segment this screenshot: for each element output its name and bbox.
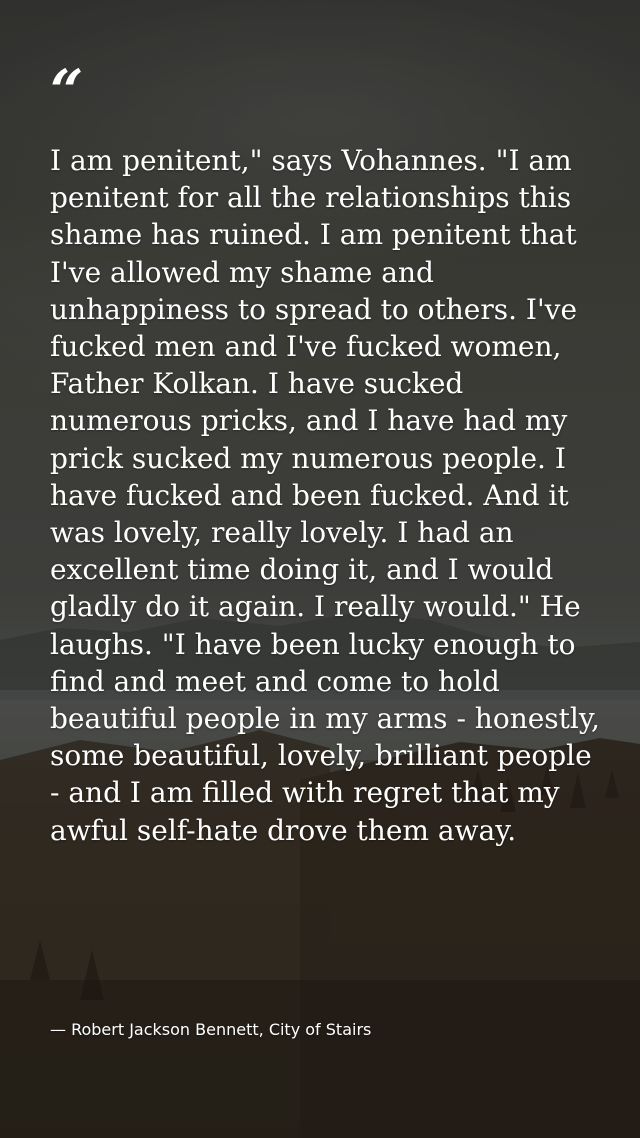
quote-text: I am penitent," says Vohannes. "I am pen… [50, 144, 600, 847]
quote-attribution: — Robert Jackson Bennett, City of Stairs [50, 1020, 372, 1039]
quote-mark-icon: “ [50, 57, 84, 125]
